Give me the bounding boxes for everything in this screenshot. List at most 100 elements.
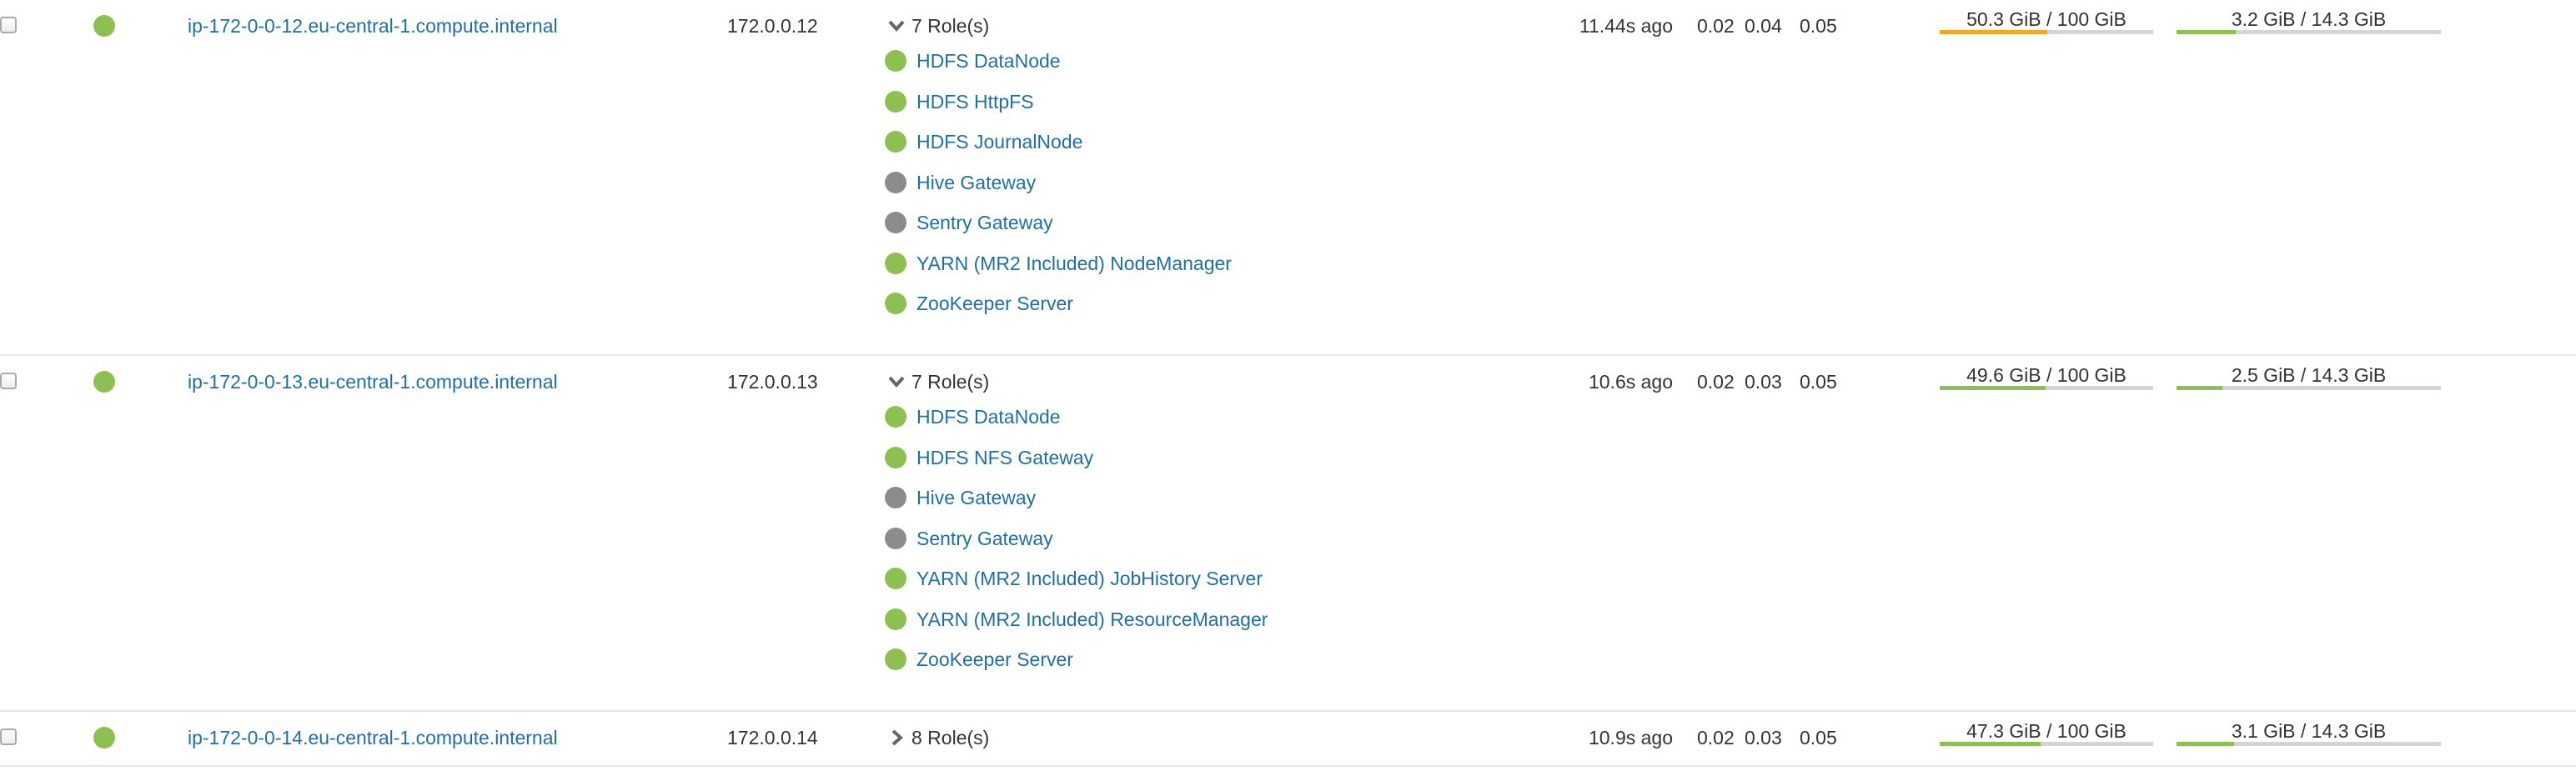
role-item: ZooKeeper Server (885, 639, 1268, 680)
role-item: Hive Gateway (885, 478, 1268, 518)
disk-usage-fill (1940, 386, 2046, 390)
role-link[interactable]: YARN (MR2 Included) ResourceManager (916, 608, 1268, 631)
memory-usage-bar (2177, 30, 2441, 34)
role-link[interactable]: ZooKeeper Server (916, 292, 1073, 315)
host-health-indicator (93, 15, 115, 37)
disk-usage: 50.3 GiB / 100 GiB (1940, 8, 2153, 34)
role-link[interactable]: HDFS JournalNode (916, 130, 1082, 153)
disk-usage-bar (1940, 30, 2153, 34)
load-average-1m: 0.02 (1697, 15, 1735, 37)
row-select-checkbox[interactable] (0, 728, 17, 745)
load-average-1m: 0.02 (1697, 727, 1735, 748)
roles-toggle[interactable]: 7 Role(s) (885, 14, 989, 38)
memory-usage-label: 2.5 GiB / 14.3 GiB (2231, 364, 2387, 386)
memory-usage-label: 3.1 GiB / 14.3 GiB (2231, 720, 2387, 742)
role-status-indicator (885, 527, 906, 549)
load-average-15m: 0.05 (1800, 15, 1837, 37)
host-health-indicator (93, 371, 115, 393)
role-status-indicator (885, 648, 906, 671)
host-ip: 172.0.0.14 (727, 727, 818, 748)
row-select-checkbox[interactable] (0, 373, 17, 389)
role-item: ZooKeeper Server (885, 283, 1232, 324)
role-item: YARN (MR2 Included) JobHistory Server (885, 558, 1268, 599)
role-status-indicator (885, 608, 906, 630)
roles-toggle[interactable]: 7 Role(s) (885, 370, 989, 393)
memory-usage-fill (2177, 386, 2223, 390)
disk-usage-fill (1940, 30, 2047, 34)
memory-usage-fill (2177, 742, 2234, 746)
roles-count-label: 7 Role(s) (911, 371, 990, 393)
role-list: HDFS DataNode HDFS NFS Gateway Hive Gate… (885, 397, 1268, 680)
last-heartbeat: 11.44s ago (1579, 15, 1673, 37)
disk-usage-bar (1940, 742, 2153, 746)
load-average-5m: 0.03 (1745, 727, 1782, 748)
load-average-15m: 0.05 (1800, 727, 1837, 748)
role-link[interactable]: Hive Gateway (916, 486, 1036, 509)
role-link[interactable]: HDFS NFS Gateway (916, 446, 1093, 469)
role-status-indicator (885, 90, 906, 113)
role-status-indicator (885, 487, 906, 509)
role-status-indicator (885, 50, 906, 73)
role-item: YARN (MR2 Included) ResourceManager (885, 599, 1268, 640)
role-link[interactable]: Hive Gateway (916, 171, 1036, 194)
role-status-indicator (885, 131, 906, 153)
host-row: ip-172-0-0-13.eu-central-1.compute.inter… (0, 356, 2576, 712)
chevron-right-icon (885, 726, 908, 749)
role-item: HDFS DataNode (885, 397, 1268, 438)
row-select-checkbox[interactable] (0, 17, 17, 33)
role-link[interactable]: Sentry Gateway (916, 527, 1053, 550)
role-link[interactable]: ZooKeeper Server (916, 648, 1073, 671)
role-list: HDFS DataNode HDFS HttpFS HDFS JournalNo… (885, 41, 1232, 324)
disk-usage-label: 49.6 GiB / 100 GiB (1966, 364, 2127, 386)
role-item: Sentry Gateway (885, 518, 1268, 559)
disk-usage-label: 47.3 GiB / 100 GiB (1966, 720, 2127, 742)
memory-usage-fill (2177, 30, 2236, 34)
load-average-5m: 0.04 (1745, 15, 1782, 37)
disk-usage-fill (1940, 742, 2041, 746)
role-item: HDFS NFS Gateway (885, 438, 1268, 478)
disk-usage: 47.3 GiB / 100 GiB (1940, 720, 2153, 746)
disk-usage-bar (1940, 386, 2153, 390)
memory-usage: 2.5 GiB / 14.3 GiB (2177, 364, 2441, 390)
role-item: HDFS HttpFS (885, 82, 1232, 123)
memory-usage-label: 3.2 GiB / 14.3 GiB (2231, 8, 2387, 30)
hosts-table: ip-172-0-0-12.eu-central-1.compute.inter… (0, 0, 2576, 771)
role-status-indicator (885, 212, 906, 234)
chevron-down-icon (885, 370, 908, 393)
host-ip: 172.0.0.13 (727, 371, 818, 393)
role-link[interactable]: YARN (MR2 Included) JobHistory Server (916, 567, 1263, 590)
chevron-down-icon (885, 14, 908, 38)
memory-usage: 3.2 GiB / 14.3 GiB (2177, 8, 2441, 34)
roles-count-label: 8 Role(s) (911, 727, 990, 748)
roles-count-label: 7 Role(s) (911, 15, 990, 37)
load-average-1m: 0.02 (1697, 371, 1735, 393)
role-link[interactable]: Sentry Gateway (916, 211, 1053, 234)
role-status-indicator (885, 568, 906, 590)
host-ip: 172.0.0.12 (727, 15, 818, 37)
role-status-indicator (885, 406, 906, 428)
memory-usage: 3.1 GiB / 14.3 GiB (2177, 720, 2441, 746)
role-status-indicator (885, 293, 906, 315)
host-name-link[interactable]: ip-172-0-0-12.eu-central-1.compute.inter… (188, 14, 558, 38)
role-status-indicator (885, 252, 906, 274)
last-heartbeat: 10.6s ago (1588, 371, 1673, 393)
disk-usage-label: 50.3 GiB / 100 GiB (1966, 8, 2127, 30)
memory-usage-bar (2177, 386, 2441, 390)
role-link[interactable]: HDFS DataNode (916, 49, 1061, 73)
role-link[interactable]: HDFS DataNode (916, 405, 1061, 428)
memory-usage-bar (2177, 742, 2441, 746)
host-row: ip-172-0-0-14.eu-central-1.compute.inter… (0, 712, 2576, 767)
host-name-link[interactable]: ip-172-0-0-14.eu-central-1.compute.inter… (188, 726, 558, 749)
role-item: HDFS JournalNode (885, 122, 1232, 163)
roles-toggle[interactable]: 8 Role(s) (885, 726, 989, 749)
role-item: HDFS DataNode (885, 41, 1232, 82)
load-average-15m: 0.05 (1800, 371, 1837, 393)
role-item: YARN (MR2 Included) NodeManager (885, 243, 1232, 284)
role-link[interactable]: YARN (MR2 Included) NodeManager (916, 252, 1232, 275)
last-heartbeat: 10.9s ago (1588, 727, 1673, 748)
load-average-5m: 0.03 (1745, 371, 1782, 393)
host-name-link[interactable]: ip-172-0-0-13.eu-central-1.compute.inter… (188, 370, 558, 393)
role-status-indicator (885, 446, 906, 468)
role-link[interactable]: HDFS HttpFS (916, 90, 1034, 113)
role-status-indicator (885, 171, 906, 193)
